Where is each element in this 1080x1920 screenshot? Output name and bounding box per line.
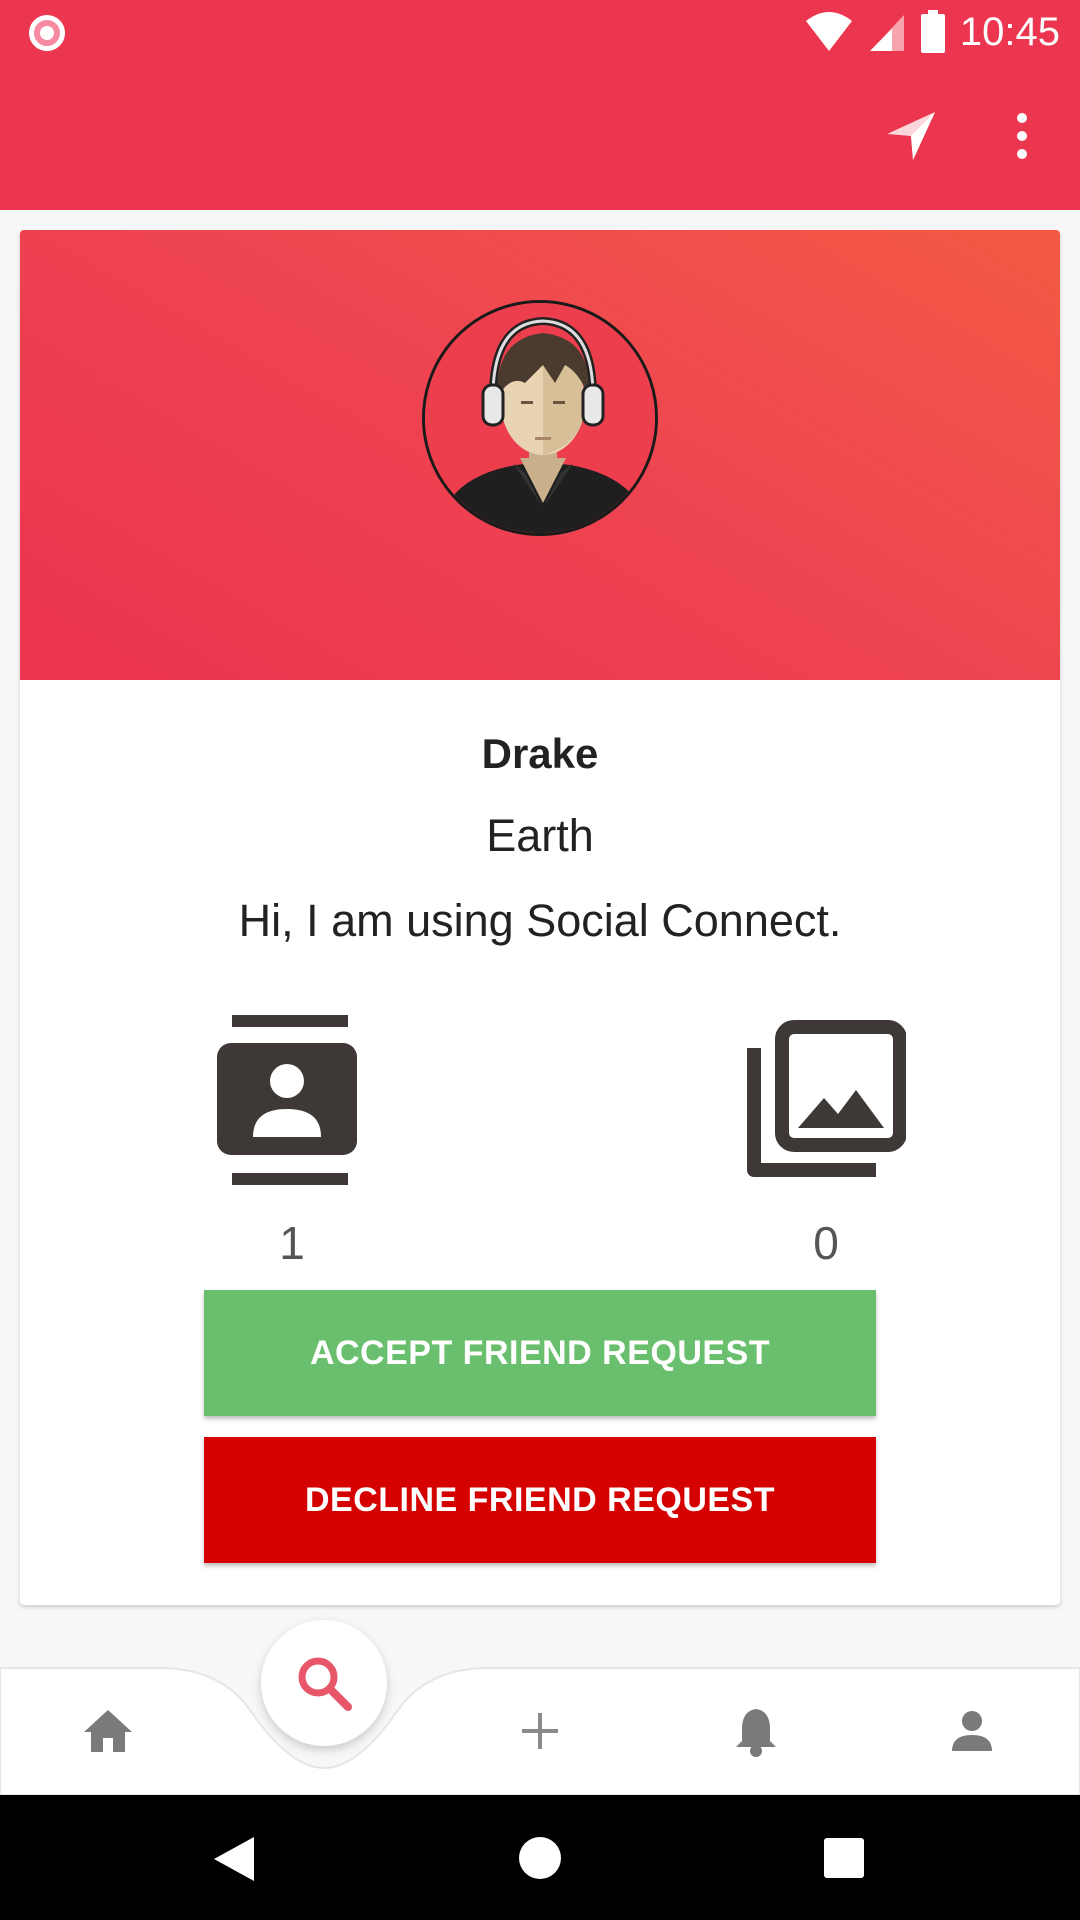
- send-icon: [887, 112, 935, 160]
- profile-name: Drake: [481, 730, 599, 777]
- friends-count: 1: [279, 1217, 305, 1269]
- app-bar: 10:45: [0, 0, 1080, 210]
- add-icon: [522, 1713, 558, 1749]
- profile-banner: [20, 230, 1060, 680]
- recents-icon[interactable]: [824, 1838, 864, 1878]
- send-button[interactable]: [875, 100, 947, 172]
- nav-notifications[interactable]: [720, 1695, 792, 1767]
- photos-stat[interactable]: 0: [736, 1010, 916, 1270]
- battery-icon: [920, 10, 945, 53]
- signal-icon: [869, 15, 904, 51]
- avatar[interactable]: [422, 300, 658, 536]
- profile-card: Drake Earth Hi, I am using Social Connec…: [20, 230, 1060, 1605]
- profile-location: Earth: [486, 810, 594, 861]
- profile-status: Hi, I am using Social Connect.: [238, 895, 842, 946]
- home-icon: [84, 1710, 132, 1752]
- nav-add[interactable]: [504, 1695, 576, 1767]
- system-navigation-bar: [0, 1795, 1080, 1920]
- photos-count: 0: [813, 1217, 839, 1269]
- notifications-icon: [736, 1709, 776, 1757]
- record-icon: [29, 15, 65, 51]
- search-icon: [298, 1657, 352, 1711]
- status-icons: 10:45: [804, 8, 1060, 56]
- wifi-icon: [805, 12, 852, 51]
- contacts-icon: [217, 1015, 357, 1185]
- nav-home[interactable]: [72, 1695, 144, 1767]
- more-options-button[interactable]: [986, 100, 1058, 172]
- status-time: 10:45: [959, 9, 1060, 54]
- accept-friend-request-button[interactable]: ACCEPT FRIEND REQUEST: [204, 1290, 876, 1416]
- status-bar: 10:45: [0, 0, 1080, 63]
- photo-library-icon: [747, 1020, 906, 1177]
- home-icon[interactable]: [519, 1837, 561, 1879]
- friends-stat[interactable]: 1: [202, 1010, 382, 1270]
- back-icon[interactable]: [212, 1835, 256, 1883]
- search-fab[interactable]: [261, 1620, 387, 1746]
- person-icon: [952, 1711, 992, 1751]
- more-vert-icon: [1017, 113, 1027, 159]
- avatar-illustration: [425, 303, 655, 533]
- nav-profile[interactable]: [936, 1695, 1008, 1767]
- decline-friend-request-button[interactable]: DECLINE FRIEND REQUEST: [204, 1437, 876, 1563]
